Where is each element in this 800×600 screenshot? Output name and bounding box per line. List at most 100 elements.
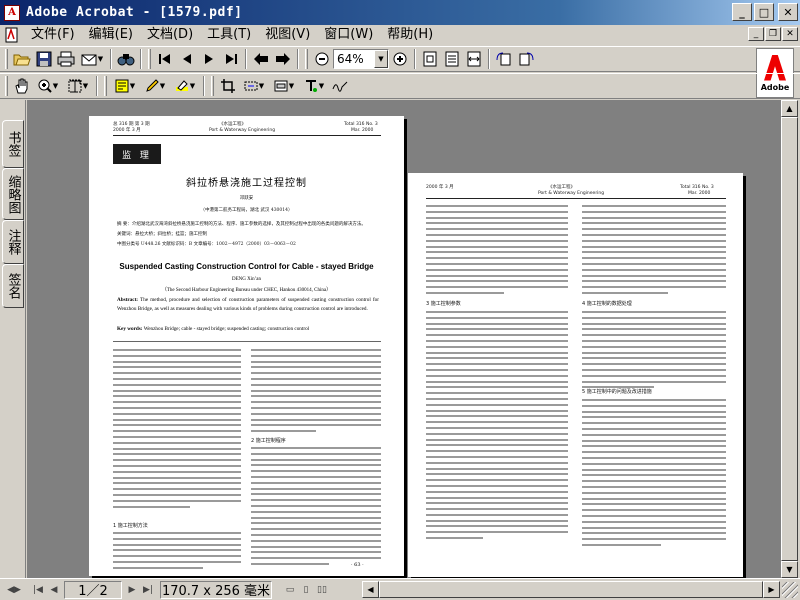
- zoom-field[interactable]: 64% ▼: [333, 49, 389, 69]
- crop-tool-icon[interactable]: [217, 75, 239, 97]
- toolbar-separator: [203, 76, 205, 96]
- tab-signatures[interactable]: 签名: [2, 264, 24, 308]
- status-first-page-icon[interactable]: |◀: [30, 582, 46, 598]
- status-next-page-icon[interactable]: ▶: [124, 582, 140, 598]
- page1-header-left-2: 2000 年 3 月: [113, 128, 141, 133]
- zoom-tool-icon[interactable]: ▼: [33, 75, 63, 97]
- next-page-icon[interactable]: [198, 48, 220, 70]
- page2-right-column: [582, 205, 726, 298]
- link-tool-icon[interactable]: ▼: [239, 75, 269, 97]
- fit-page-icon[interactable]: [441, 48, 463, 70]
- rotate-right-icon[interactable]: [515, 48, 537, 70]
- menu-bar: 文件(F) 编辑(E) 文档(D) 工具(T) 视图(V) 窗口(W) 帮助(H…: [0, 25, 800, 45]
- zoom-in-icon[interactable]: [389, 48, 411, 70]
- page2-left-column: [426, 205, 568, 298]
- page-number-field[interactable]: 1／2: [64, 580, 122, 599]
- last-page-icon[interactable]: [220, 48, 242, 70]
- vertical-scroll-thumb[interactable]: [781, 117, 798, 561]
- go-back-icon[interactable]: [250, 48, 272, 70]
- acrobat-app-icon[interactable]: A: [4, 4, 20, 21]
- email-icon[interactable]: ▼: [77, 48, 107, 70]
- page-layout-facing-icon[interactable]: ▯▯: [314, 582, 330, 598]
- first-page-icon[interactable]: [154, 48, 176, 70]
- find-icon[interactable]: [115, 48, 137, 70]
- toolbar-grip[interactable]: [148, 49, 151, 69]
- actual-size-icon[interactable]: [419, 48, 441, 70]
- tab-annotations[interactable]: 注释: [2, 220, 24, 264]
- fit-width-icon[interactable]: [463, 48, 485, 70]
- touchup-tool-icon[interactable]: ▼: [299, 75, 329, 97]
- form-tool-icon[interactable]: ▼: [269, 75, 299, 97]
- page-layout-continuous-icon[interactable]: ▯: [298, 582, 314, 598]
- save-icon[interactable]: [33, 48, 55, 70]
- menu-tools[interactable]: 工具(T): [200, 25, 258, 45]
- hand-tool-icon[interactable]: [11, 75, 33, 97]
- title-bar: A Adobe Acrobat - [1579.pdf] _ □ ✕: [0, 0, 800, 25]
- en-affil: （The Second Harbour Engineering Bureau u…: [161, 288, 332, 293]
- status-previous-page-icon[interactable]: ◀: [46, 582, 62, 598]
- toolbar-grip[interactable]: [5, 76, 8, 96]
- toolbar-grip[interactable]: [211, 76, 214, 96]
- pdf-page-2: 2000 年 3 月 《水运工程》 Port & Waterway Engine…: [408, 173, 743, 577]
- toolbar-separator: [414, 49, 416, 69]
- doc-close-button[interactable]: ✕: [782, 27, 798, 41]
- toolbar-separator: [297, 49, 299, 69]
- page2-right-heading-1: 4 施工控制的数据处理: [582, 301, 632, 307]
- scroll-down-icon[interactable]: ▼: [781, 561, 798, 578]
- menu-help[interactable]: 帮助(H): [380, 25, 440, 45]
- page2-header-center-2: Port & Waterway Engineering: [538, 191, 605, 196]
- menu-edit[interactable]: 编辑(E): [82, 25, 140, 45]
- pdf-page-1: 总 316 期 第 3 期 2000 年 3 月 《水运工程》 Port & W…: [89, 116, 404, 576]
- classification-cn: 中图分类号 U448.26 文献标识码：B 文章编号：1002－4972（200…: [117, 242, 296, 247]
- menu-file[interactable]: 文件(F): [24, 25, 82, 45]
- resize-grip[interactable]: [782, 582, 798, 598]
- doc-restore-button[interactable]: ❐: [765, 27, 781, 41]
- horizontal-scroll-thumb[interactable]: [379, 581, 763, 598]
- toolbar-grip[interactable]: [5, 49, 8, 69]
- page1-right-column-2: [251, 447, 381, 569]
- tab-annotations-label: 注释: [5, 229, 21, 255]
- horizontal-scrollbar[interactable]: ◀ ▶: [362, 581, 780, 598]
- status-toggle-icon[interactable]: ◀▶: [6, 582, 22, 598]
- text-select-icon[interactable]: ▼: [63, 75, 93, 97]
- toolbar-grip[interactable]: [305, 49, 308, 69]
- rotate-left-icon[interactable]: [493, 48, 515, 70]
- scroll-up-icon[interactable]: ▲: [781, 100, 798, 117]
- signature-tool-icon[interactable]: [329, 75, 351, 97]
- zoom-dropdown-icon[interactable]: ▼: [374, 50, 388, 68]
- cn-title: 斜拉桥悬浇施工过程控制: [186, 178, 307, 189]
- affil-cn: （中港第二航务工程局，湖北 武汉 430014）: [200, 208, 293, 213]
- en-abstract: Abstract: The method, procedure and sele…: [117, 296, 379, 314]
- close-button[interactable]: ✕: [778, 3, 798, 21]
- document-view[interactable]: 总 316 期 第 3 期 2000 年 3 月 《水运工程》 Port & W…: [27, 100, 781, 578]
- pencil-tool-icon[interactable]: ▼: [140, 75, 170, 97]
- page2-left-column-2: [426, 311, 568, 543]
- minimize-button[interactable]: _: [732, 3, 752, 21]
- menu-document[interactable]: 文档(D): [140, 25, 200, 45]
- note-tool-icon[interactable]: ▼: [110, 75, 140, 97]
- previous-page-icon[interactable]: [176, 48, 198, 70]
- section-label: 监 理: [113, 144, 161, 164]
- toolbar-grip[interactable]: [104, 76, 107, 96]
- go-forward-icon[interactable]: [272, 48, 294, 70]
- print-icon[interactable]: [55, 48, 77, 70]
- maximize-button[interactable]: □: [754, 3, 774, 21]
- tab-bookmarks-label: 书签: [5, 131, 21, 157]
- page-layout-single-icon[interactable]: ▭: [282, 582, 298, 598]
- document-icon[interactable]: [4, 27, 20, 43]
- menu-window[interactable]: 窗口(W): [317, 25, 380, 45]
- abstract-text: The method, procedure and selection of c…: [117, 297, 379, 312]
- vertical-scrollbar[interactable]: ▲ ▼: [781, 100, 798, 578]
- zoom-out-icon[interactable]: [311, 48, 333, 70]
- tab-thumbnails[interactable]: 缩略图: [2, 168, 24, 220]
- tab-bookmarks[interactable]: 书签: [2, 120, 24, 168]
- status-last-page-icon[interactable]: ▶|: [140, 582, 156, 598]
- toolbar-separator: [140, 49, 142, 69]
- page1-header-right-2: Mar. 2000: [351, 128, 374, 133]
- open-icon[interactable]: [11, 48, 33, 70]
- highlight-tool-icon[interactable]: ▼: [170, 75, 200, 97]
- scroll-right-icon[interactable]: ▶: [763, 581, 780, 598]
- scroll-left-icon[interactable]: ◀: [362, 581, 379, 598]
- menu-view[interactable]: 视图(V): [258, 25, 317, 45]
- doc-minimize-button[interactable]: _: [748, 27, 764, 41]
